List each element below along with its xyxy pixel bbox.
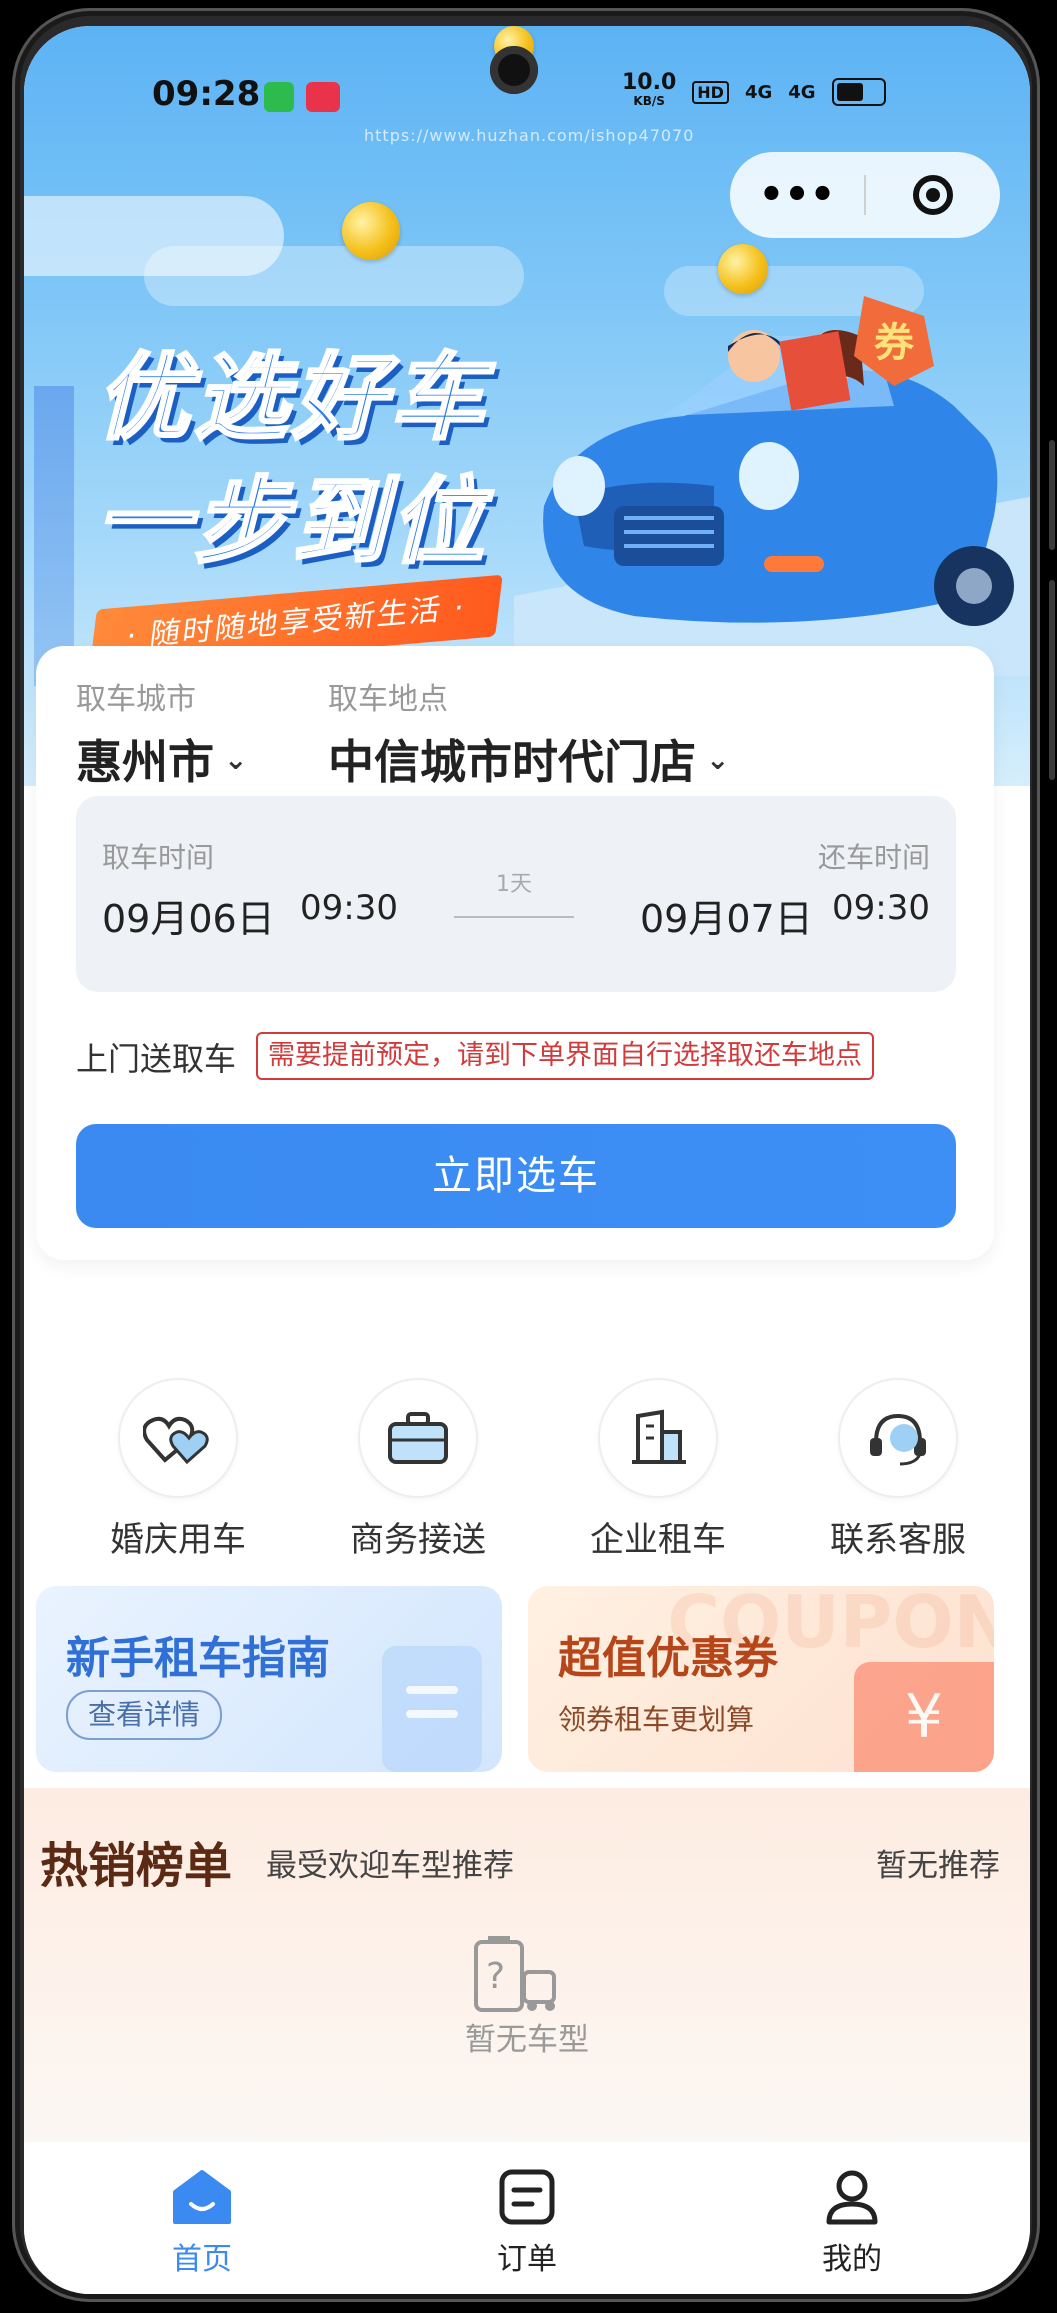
status-time: 09:28 (152, 74, 261, 114)
hd-icon: HD (692, 80, 729, 104)
building-decor (34, 386, 74, 686)
order-icon (447, 2168, 607, 2226)
signal-icon: 4G (788, 81, 816, 103)
tab-orders[interactable]: 订单 (447, 2168, 607, 2278)
beginner-guide-card[interactable]: 新手租车指南 查看详情 (36, 1586, 502, 1772)
return-time-label: 还车时间 (817, 841, 930, 874)
net-speed: 10.0 (622, 70, 677, 95)
pickup-city-label: 取车城市 (76, 682, 196, 717)
hot-list-subtitle: 最受欢迎车型推荐 (266, 1848, 514, 1884)
hot-list-title: 热销榜单 (40, 1838, 233, 1894)
rental-duration: 1天 (496, 872, 532, 897)
hero-title-line2: 一步到位 (94, 467, 489, 579)
pickup-place-value: 中信城市时代门店 (328, 735, 696, 789)
user-icon (772, 2168, 932, 2226)
no-recommendation-label: 暂无推荐 (876, 1848, 1000, 1884)
hero-title-line1: 优选好车 (94, 343, 489, 455)
coupon-card[interactable]: COUPON ¥ 超值优惠券 领券租车更划算 (528, 1586, 994, 1772)
power-button (1049, 580, 1055, 780)
coin-icon (342, 202, 400, 260)
car-illustration: 券 (514, 296, 1030, 676)
battery-icon (831, 78, 886, 106)
volume-button (1049, 440, 1055, 550)
chevron-down-icon: ⌄ (224, 742, 248, 776)
tab-profile[interactable]: 我的 (772, 2168, 932, 2278)
tab-label: 我的 (822, 2242, 882, 2277)
pickup-place-label: 取车地点 (328, 682, 448, 717)
mini-program-capsule: ••• (730, 152, 1000, 238)
service-label: 商务接送 (350, 1520, 486, 1560)
hot-list-section: 热销榜单 最受欢迎车型推荐 暂无推荐 ? 暂无车型 (24, 1788, 1030, 2148)
more-menu-icon[interactable]: ••• (730, 175, 864, 215)
booking-card: 取车城市 取车地点 惠州市 ⌄ 中信城市时代门店 ⌄ 取车时间 还车时间 09月… (36, 646, 994, 1260)
return-time[interactable]: 09:30 (832, 888, 930, 928)
empty-car-icon: ? (472, 1936, 562, 2020)
app-screen: 优选好车 一步到位 · 随时随地享受新生活 · 券 09:28 10.0 KB/… (24, 26, 1030, 2294)
briefcase-icon (358, 1378, 478, 1498)
rental-time-selector[interactable]: 取车时间 还车时间 09月06日 09:30 1天 09月07日 09:30 (76, 796, 956, 992)
coin-icon (718, 244, 768, 294)
service-customer-support[interactable]: 联系客服 (788, 1378, 1008, 1561)
tab-home[interactable]: 首页 (122, 2168, 282, 2278)
net-speed-unit: KB/S (633, 94, 665, 108)
coupon-subtitle: 领券租车更划算 (558, 1703, 755, 1736)
view-details-button[interactable]: 查看详情 (66, 1690, 223, 1740)
signal-icon: 4G (744, 81, 773, 103)
service-wedding[interactable]: 婚庆用车 (68, 1378, 288, 1561)
app-notification-icon (306, 82, 340, 112)
door-service-label: 上门送取车 (76, 1040, 237, 1078)
yen-coupon-icon: ¥ (854, 1662, 994, 1772)
return-date[interactable]: 09月07日 (640, 888, 813, 943)
badge-text: 券 (874, 320, 915, 366)
watermark: https://www.huzhan.com/ishop47070 (364, 126, 695, 145)
pickup-time[interactable]: 09:30 (300, 888, 398, 928)
tab-label: 订单 (497, 2242, 557, 2277)
select-car-button[interactable]: 立即选车 (76, 1124, 956, 1228)
service-label: 联系客服 (830, 1520, 966, 1560)
pickup-time-label: 取车时间 (102, 841, 215, 874)
front-camera (490, 46, 538, 94)
guide-title: 新手租车指南 (66, 1633, 330, 1684)
pickup-city-value: 惠州市 (76, 735, 214, 789)
service-enterprise[interactable]: 企业租车 (548, 1378, 768, 1561)
bottom-tab-bar: 首页 订单 我的 (24, 2142, 1030, 2294)
no-car-text: 暂无车型 (465, 2022, 589, 2058)
headset-icon (838, 1378, 958, 1498)
pickup-place-select[interactable]: 中信城市时代门店 ⌄ (328, 726, 729, 792)
tab-label: 首页 (172, 2242, 232, 2277)
coupon-title: 超值优惠券 (558, 1633, 778, 1684)
service-label: 婚庆用车 (110, 1520, 246, 1560)
close-capsule-icon[interactable] (866, 175, 1000, 215)
door-service-notice: 需要提前预定，请到下单界面自行选择取还车地点 (256, 1032, 874, 1080)
clipboard-icon (382, 1646, 482, 1772)
message-icon (264, 82, 294, 112)
chevron-down-icon: ⌄ (706, 742, 730, 776)
service-business[interactable]: 商务接送 (308, 1378, 528, 1561)
pickup-city-select[interactable]: 惠州市 ⌄ (76, 726, 247, 792)
building-icon (598, 1378, 718, 1498)
status-indicators: 10.0 KB/S HD 4G 4G (622, 70, 886, 110)
service-label: 企业租车 (590, 1520, 726, 1560)
duration-line (454, 916, 574, 918)
home-icon (122, 2168, 282, 2226)
hearts-icon (118, 1378, 238, 1498)
svg-text:?: ? (486, 1956, 505, 1997)
pickup-date[interactable]: 09月06日 (102, 888, 275, 943)
